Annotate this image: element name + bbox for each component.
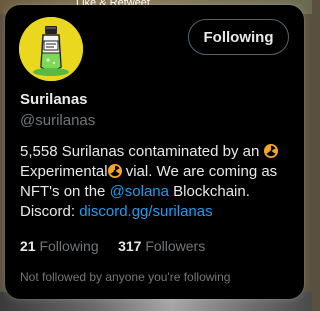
profile-hover-card: Following Surilanas @surilanas 5,558 Sur… — [5, 5, 304, 299]
bio-text: 5,558 Surilanas contaminated by an — [20, 143, 264, 160]
following-count: 21 — [20, 238, 36, 254]
following-count-link[interactable]: 21 Following — [20, 238, 99, 254]
username-handle[interactable]: @surilanas — [20, 112, 95, 129]
followers-count-link[interactable]: 317 Followers — [118, 238, 205, 254]
radioactive-emoji-icon — [263, 144, 278, 158]
mention-link[interactable]: @solana — [110, 183, 169, 200]
followers-label: Followers — [145, 238, 206, 254]
radioactive-emoji-icon — [107, 164, 122, 178]
relationship-note: Not followed by anyone you're following — [20, 270, 231, 284]
avatar-vial-image — [19, 17, 83, 81]
display-name[interactable]: Surilanas — [20, 91, 88, 108]
profile-bio: 5,558 Surilanas contaminated by an Exper… — [20, 142, 292, 222]
bio-text: Experimental — [20, 163, 108, 180]
avatar[interactable] — [19, 17, 83, 81]
discord-link[interactable]: discord.gg/surilanas — [79, 203, 212, 220]
following-label: Following — [39, 238, 99, 254]
follow-counts: 21 Following 317 Followers — [20, 238, 205, 254]
followers-count: 317 — [118, 238, 142, 254]
following-button[interactable]: Following — [188, 19, 289, 55]
